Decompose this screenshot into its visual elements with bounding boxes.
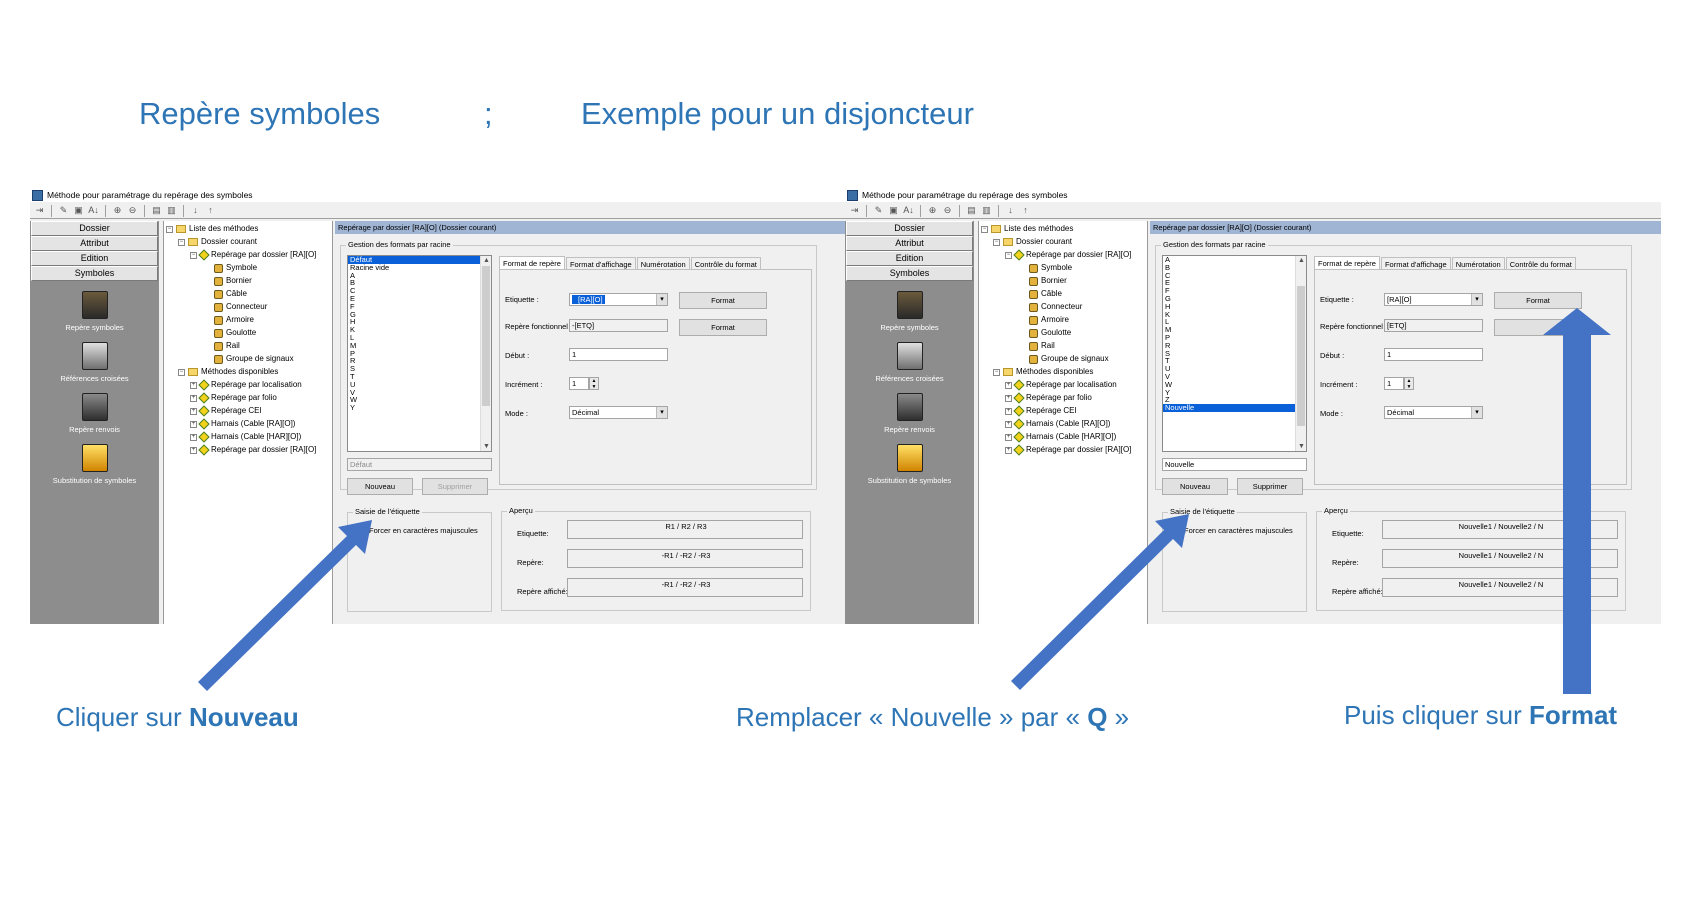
arrow-to-name-field: [1011, 514, 1189, 690]
caption-right-bold: Format: [1528, 700, 1618, 730]
caption-left-text: Cliquer sur: [56, 702, 189, 732]
caption-right-text: Puis cliquer sur: [1344, 700, 1529, 730]
arrow-to-nouveau-button: [198, 520, 372, 691]
caption-middle: Remplacer « Nouvelle » par « Q »: [736, 702, 1129, 733]
arrow-to-format-button: [1543, 308, 1611, 694]
caption-left-bold: Nouveau: [188, 702, 299, 732]
caption-left: Cliquer sur Nouveau: [56, 702, 299, 733]
caption-middle-text: Remplacer « Nouvelle » par «: [736, 702, 1088, 732]
caption-middle-suffix: »: [1107, 702, 1130, 732]
caption-middle-bold: Q: [1087, 702, 1108, 732]
slide: Repère symboles ; Exemple pour un disjon…: [0, 0, 1700, 921]
caption-right: Puis cliquer sur Format: [1344, 700, 1617, 731]
annotation-arrows: [198, 308, 1611, 694]
